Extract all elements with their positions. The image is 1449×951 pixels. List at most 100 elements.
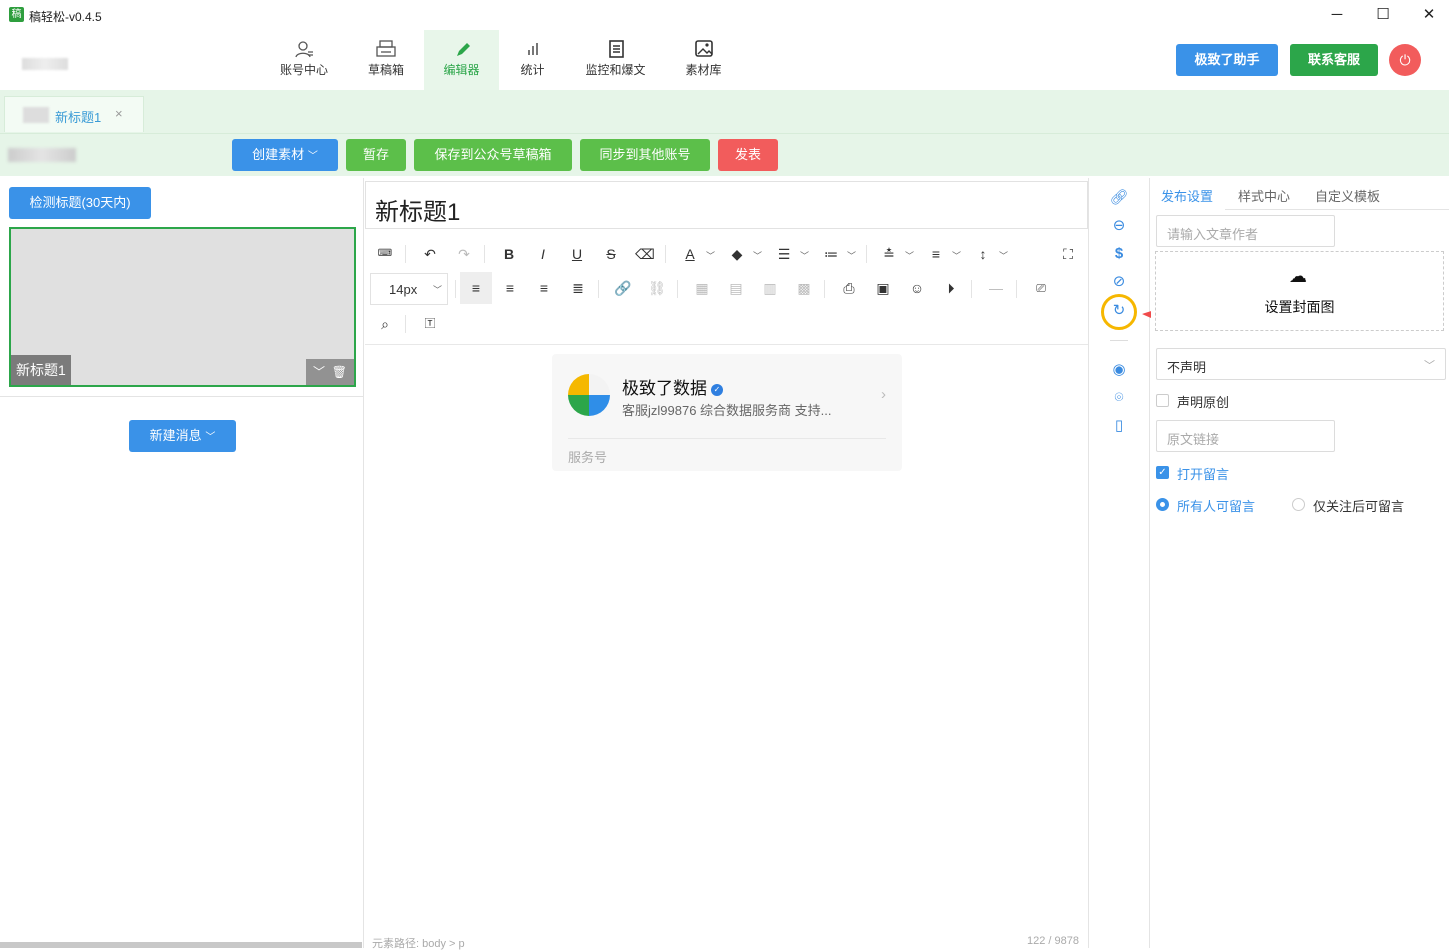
indent-icon[interactable]: ≡: [926, 244, 946, 264]
divider: [0, 396, 364, 397]
mobile-icon[interactable]: ▯: [1108, 415, 1130, 437]
sync-button[interactable]: 同步到其他账号: [580, 139, 710, 171]
save-draft-button[interactable]: 保存到公众号草稿箱: [414, 139, 572, 171]
declare-select[interactable]: 不声明 ﹀: [1156, 348, 1446, 380]
tab-label: 新标题1: [55, 110, 102, 125]
horizontal-scrollbar[interactable]: [0, 942, 362, 948]
chevron-down-icon[interactable]: ﹀: [847, 249, 856, 262]
minimize-icon[interactable]: ─: [1325, 4, 1349, 26]
divider: [866, 245, 867, 263]
support-button[interactable]: 联系客服: [1290, 44, 1378, 76]
source-link-input[interactable]: 原文链接: [1156, 420, 1335, 452]
chevron-down-icon[interactable]: ﹀: [999, 249, 1008, 262]
chevron-down-icon: ﹀: [307, 151, 318, 162]
comment-all-radio[interactable]: [1156, 498, 1169, 511]
paragraph-spacing-icon[interactable]: ≛: [879, 244, 899, 264]
divider: [598, 280, 599, 298]
nav-editor[interactable]: 编辑器: [424, 30, 499, 90]
undo-icon[interactable]: ↶: [420, 244, 440, 264]
italic-icon[interactable]: I: [533, 244, 553, 264]
redo-icon[interactable]: ↷: [454, 244, 474, 264]
eye-icon[interactable]: ◉: [1108, 359, 1130, 381]
nav-drafts[interactable]: 草稿箱: [352, 30, 420, 90]
chevron-down-icon[interactable]: ﹀: [905, 249, 914, 262]
bold-icon[interactable]: B: [499, 244, 519, 264]
cover-upload[interactable]: ☁ 设置封面图: [1155, 251, 1444, 331]
line-height-icon[interactable]: ↕: [973, 244, 993, 264]
highlight-color-icon[interactable]: ◆: [727, 244, 747, 264]
article-title-input[interactable]: 新标题1: [365, 181, 1088, 229]
thumbnail-actions: ﹀ 🗑: [306, 359, 354, 385]
unordered-list-icon[interactable]: ≔: [821, 244, 841, 264]
refresh-icon[interactable]: ↻: [1108, 300, 1130, 322]
strikethrough-icon[interactable]: S: [601, 244, 621, 264]
font-color-icon[interactable]: A: [680, 244, 700, 264]
find-replace-icon[interactable]: ⌕: [375, 314, 395, 334]
publish-button[interactable]: 发表: [718, 139, 778, 171]
power-icon[interactable]: ⏻: [1389, 44, 1421, 76]
table-column-icon[interactable]: ▥: [760, 278, 780, 298]
divider: [1110, 340, 1128, 341]
trash-icon[interactable]: 🗑: [332, 365, 347, 379]
underline-icon[interactable]: U: [567, 244, 587, 264]
tab-custom-template[interactable]: 自定义模板: [1315, 186, 1380, 205]
nav-monitor[interactable]: 监控和爆文: [578, 30, 653, 90]
horizontal-rule-icon[interactable]: —: [986, 278, 1006, 298]
image-upload-icon[interactable]: ⎙: [839, 278, 859, 298]
tab-style-center[interactable]: 样式中心: [1238, 186, 1290, 205]
element-path: 元素路径: body > p: [372, 938, 465, 950]
pen-icon: [456, 43, 470, 56]
table-delete-icon[interactable]: ▩: [794, 278, 814, 298]
video-icon[interactable]: ⏵: [941, 278, 961, 298]
temp-save-button[interactable]: 暂存: [346, 139, 406, 171]
chevron-down-icon[interactable]: ﹀: [313, 365, 325, 379]
close-window-icon[interactable]: ✕: [1417, 4, 1441, 26]
declare-original-checkbox[interactable]: [1156, 394, 1169, 407]
nav-account-center[interactable]: 账号中心: [270, 30, 338, 90]
author-input[interactable]: 请输入文章作者: [1156, 215, 1335, 247]
table-row-icon[interactable]: ▤: [726, 278, 746, 298]
dollar-icon[interactable]: $: [1108, 243, 1130, 265]
link-icon[interactable]: 🔗︎: [1108, 187, 1130, 209]
nav-stats[interactable]: 统计: [505, 30, 560, 90]
app-logo-icon: 稿: [9, 7, 24, 22]
table-icon[interactable]: ▦: [692, 278, 712, 298]
chevron-down-icon[interactable]: ﹀: [952, 249, 961, 262]
scan-preview-icon[interactable]: ⌾: [1108, 387, 1130, 409]
assistant-button[interactable]: 极致了助手: [1176, 44, 1278, 76]
comment-followers-radio[interactable]: [1292, 498, 1305, 511]
link-insert-icon[interactable]: ⊖: [1108, 215, 1130, 237]
align-justify-icon[interactable]: ≣: [568, 278, 588, 298]
source-code-icon[interactable]: ⌨: [375, 244, 395, 264]
article-thumbnail[interactable]: 新标题1 ﹀ 🗑: [9, 227, 356, 387]
link-icon[interactable]: 🔗: [613, 278, 633, 298]
tab-new-title[interactable]: 新标题1 ×: [4, 96, 144, 132]
align-right-icon[interactable]: ≡: [534, 278, 554, 298]
ordered-list-icon[interactable]: ☰: [774, 244, 794, 264]
account-card[interactable]: 极致了数据 ✓ 客服jzl99876 综合数据服务商 支持... › 服务号: [552, 354, 902, 471]
template-icon[interactable]: 🅃: [420, 314, 440, 334]
tab-publish-settings[interactable]: 发布设置: [1161, 186, 1213, 205]
new-message-button[interactable]: 新建消息 ﹀: [129, 420, 236, 452]
chevron-down-icon[interactable]: ﹀: [753, 249, 762, 262]
align-center-icon[interactable]: ≡: [500, 278, 520, 298]
close-tab-icon[interactable]: ×: [115, 106, 123, 121]
chevron-down-icon[interactable]: ﹀: [706, 249, 715, 262]
image-icon[interactable]: ▣: [873, 278, 893, 298]
nav-label: 账号中心: [279, 63, 328, 77]
emoji-icon[interactable]: ☺: [907, 278, 927, 298]
maximize-icon[interactable]: ☐: [1371, 4, 1395, 26]
align-left-icon[interactable]: ≡: [460, 272, 492, 304]
nav-materials[interactable]: 素材库: [676, 30, 731, 90]
create-material-button[interactable]: 创建素材 ﹀: [232, 139, 338, 171]
unlink-icon[interactable]: ⛓: [647, 278, 667, 298]
fullscreen-icon[interactable]: ⛶: [1058, 244, 1078, 264]
mini-program-link-icon[interactable]: ⊘: [1108, 271, 1130, 293]
app-title: 稿轻松-v0.4.5: [29, 10, 102, 24]
eraser-icon[interactable]: ⌫: [635, 244, 655, 264]
preview-icon[interactable]: ⎚: [1031, 278, 1051, 298]
detect-title-button[interactable]: 检测标题(30天内): [9, 187, 151, 219]
font-size-select[interactable]: 14px ﹀: [370, 273, 448, 305]
open-comments-checkbox[interactable]: ✓: [1156, 466, 1169, 479]
chevron-down-icon[interactable]: ﹀: [800, 249, 809, 262]
